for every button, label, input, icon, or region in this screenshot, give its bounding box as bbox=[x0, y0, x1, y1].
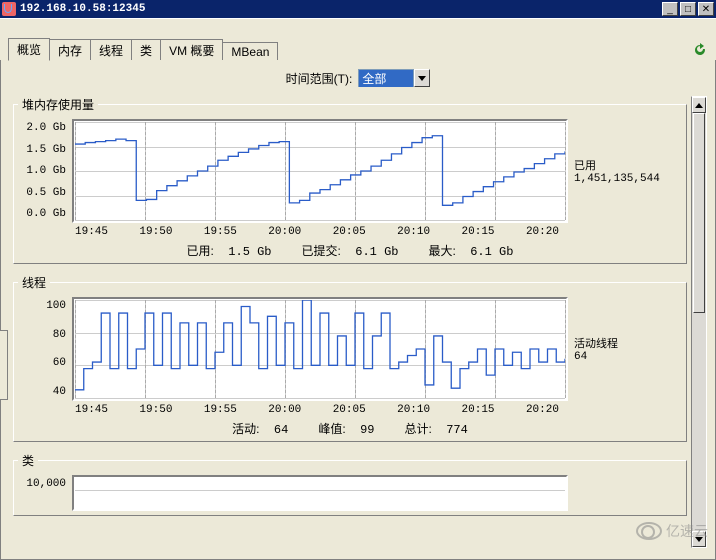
window-title: 192.168.10.58:12345 bbox=[20, 3, 662, 15]
charts-scroll-container: 堆内存使用量 2.0 Gb 1.5 Gb 1.0 Gb 0.5 Gb 0.0 G… bbox=[9, 96, 707, 548]
heap-chart-frame bbox=[72, 119, 568, 223]
heap-chart-group: 堆内存使用量 2.0 Gb 1.5 Gb 1.0 Gb 0.5 Gb 0.0 G… bbox=[13, 96, 687, 264]
window-buttons: _ □ ✕ bbox=[662, 2, 714, 16]
watermark: 亿速云 bbox=[636, 521, 708, 541]
tab-mbean[interactable]: MBean bbox=[222, 42, 278, 61]
classes-y-axis: 10,000 bbox=[18, 478, 66, 508]
heap-chart-canvas bbox=[75, 122, 565, 220]
tab-overview[interactable]: 概览 bbox=[8, 38, 50, 61]
close-button[interactable]: ✕ bbox=[698, 2, 714, 16]
timerange-select[interactable]: 全部 bbox=[358, 69, 414, 87]
timerange-label: 时间范围(T): bbox=[286, 70, 353, 87]
classes-chart-frame bbox=[72, 475, 568, 511]
heap-stats: 已用: 1.5 Gb 已提交: 6.1 Gb 最大: 6.1 Gb bbox=[18, 242, 682, 259]
java-icon bbox=[2, 2, 16, 16]
left-edge-tab[interactable] bbox=[0, 330, 8, 400]
threads-y-axis: 100 80 60 40 bbox=[18, 300, 66, 398]
tab-classes[interactable]: 类 bbox=[131, 39, 161, 61]
menubar-spacer bbox=[0, 18, 716, 40]
refresh-icon[interactable] bbox=[692, 42, 708, 58]
heap-chart-title: 堆内存使用量 bbox=[18, 96, 98, 113]
tab-vm-summary[interactable]: VM 概要 bbox=[160, 39, 223, 61]
classes-chart-group: 类 10,000 bbox=[13, 452, 687, 516]
threads-chart-group: 线程 100 80 60 40 活动线程 64 bbox=[13, 274, 687, 442]
overview-panel: 时间范围(T): 全部 堆内存使用量 2.0 Gb 1.5 Gb 1.0 Gb … bbox=[0, 60, 716, 560]
watermark-text: 亿速云 bbox=[666, 521, 708, 541]
combo-dropdown-icon[interactable] bbox=[414, 69, 430, 87]
scroll-up-icon[interactable] bbox=[692, 97, 706, 113]
timerange-combo[interactable]: 全部 bbox=[358, 68, 430, 88]
watermark-logo-icon bbox=[636, 522, 662, 540]
scroll-thumb[interactable] bbox=[693, 113, 705, 313]
threads-x-axis: 19:45 19:50 19:55 20:00 20:05 20:10 20:1… bbox=[72, 404, 562, 416]
tab-threads[interactable]: 线程 bbox=[90, 39, 132, 61]
timerange-selected: 全部 bbox=[359, 70, 413, 87]
minimize-button[interactable]: _ bbox=[662, 2, 678, 16]
vertical-scrollbar[interactable] bbox=[691, 96, 707, 548]
tab-strip: 概览 内存 线程 类 VM 概要 MBean bbox=[0, 40, 716, 60]
heap-x-axis: 19:45 19:50 19:55 20:00 20:05 20:10 20:1… bbox=[72, 226, 562, 238]
classes-chart-canvas bbox=[75, 478, 565, 508]
threads-side-label: 活动线程 64 bbox=[574, 335, 644, 363]
timerange-row: 时间范围(T): 全部 bbox=[9, 68, 707, 88]
heap-y-axis: 2.0 Gb 1.5 Gb 1.0 Gb 0.5 Gb 0.0 Gb bbox=[18, 122, 66, 220]
heap-side-label: 已用 1,451,135,544 bbox=[574, 157, 644, 185]
threads-stats: 活动: 64 峰值: 99 总计: 774 bbox=[18, 420, 682, 437]
threads-chart-canvas bbox=[75, 300, 565, 398]
maximize-button[interactable]: □ bbox=[680, 2, 696, 16]
classes-chart-title: 类 bbox=[18, 452, 38, 469]
threads-chart-title: 线程 bbox=[18, 274, 50, 291]
window-titlebar: 192.168.10.58:12345 _ □ ✕ bbox=[0, 0, 716, 18]
charts-area: 堆内存使用量 2.0 Gb 1.5 Gb 1.0 Gb 0.5 Gb 0.0 G… bbox=[9, 96, 691, 548]
tab-memory[interactable]: 内存 bbox=[49, 39, 91, 61]
threads-chart-frame bbox=[72, 297, 568, 401]
